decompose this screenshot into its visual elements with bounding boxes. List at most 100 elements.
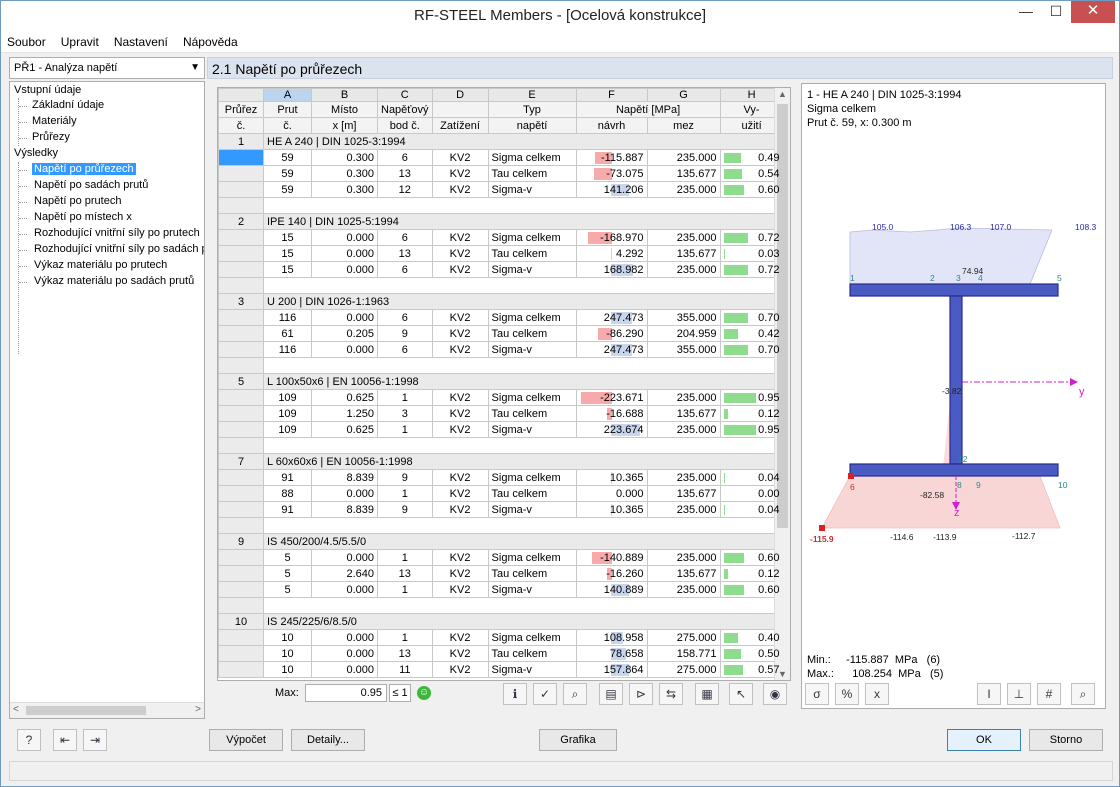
design-stress-cell[interactable]: 78.658 [575, 645, 648, 662]
loading-cell[interactable]: KV2 [431, 645, 489, 662]
ratio-cell[interactable]: 0.70 [719, 309, 784, 326]
x-cell[interactable]: 0.000 [311, 229, 378, 246]
limit-stress-cell[interactable]: 355.000 [646, 341, 721, 358]
design-stress-cell[interactable]: -223.671 [575, 389, 648, 406]
loading-cell[interactable]: KV2 [431, 341, 489, 358]
point-cell[interactable]: 6 [377, 229, 433, 246]
ratio-cell[interactable]: 0.60 [719, 549, 784, 566]
row-header[interactable] [218, 421, 264, 438]
x-cell[interactable]: 0.300 [311, 165, 378, 182]
ratio-cell[interactable]: 0.60 [719, 581, 784, 598]
excel-export-icon[interactable]: ▦ [695, 683, 719, 705]
row-header[interactable] [218, 661, 264, 678]
design-stress-cell[interactable]: 4.292 [575, 245, 648, 262]
row-header[interactable] [218, 565, 264, 582]
col-letter-b[interactable]: B [311, 88, 378, 102]
stress-type-cell[interactable]: Tau celkem [487, 165, 577, 182]
row-header[interactable] [218, 261, 264, 278]
loading-cell[interactable]: KV2 [431, 405, 489, 422]
stress-type-cell[interactable]: Tau celkem [487, 245, 577, 262]
tree-item-forces-by-set[interactable]: Rozhodující vnitřní síly po sadách p [34, 242, 204, 257]
tree-group-results[interactable]: Výsledky [14, 146, 58, 161]
point-cell[interactable]: 1 [377, 549, 433, 566]
tree-item-stress-by-member[interactable]: Napětí po prutech [34, 194, 121, 209]
loading-cell[interactable]: KV2 [431, 661, 489, 678]
stress-type-cell[interactable]: Sigma celkem [487, 469, 577, 486]
menu-napoveda[interactable]: Nápověda [177, 31, 244, 53]
member-cell[interactable]: 59 [263, 181, 312, 198]
x-cell[interactable]: 8.839 [311, 501, 378, 518]
design-stress-cell[interactable]: 140.889 [575, 581, 648, 598]
ratio-cell[interactable]: 0.72 [719, 229, 784, 246]
x-cell[interactable]: 0.000 [311, 341, 378, 358]
x-cell[interactable]: 8.839 [311, 469, 378, 486]
design-stress-cell[interactable]: 157.864 [575, 661, 648, 678]
stress-type-cell[interactable]: Sigma-v [487, 661, 577, 678]
point-cell[interactable]: 6 [377, 261, 433, 278]
section-number[interactable]: 7 [218, 453, 264, 470]
menu-soubor[interactable]: Soubor [1, 31, 52, 53]
x-cell[interactable]: 0.300 [311, 181, 378, 198]
ratio-cell[interactable]: 0.12 [719, 405, 784, 422]
tree-item-material-by-set[interactable]: Výkaz materiálu po sadách prutů [34, 274, 194, 289]
member-cell[interactable]: 5 [263, 581, 312, 598]
design-stress-cell[interactable]: -73.075 [575, 165, 648, 182]
x-cell[interactable]: 0.000 [311, 661, 378, 678]
ratio-cell[interactable]: 0.12 [719, 565, 784, 582]
loading-cell[interactable]: KV2 [431, 501, 489, 518]
loading-cell[interactable]: KV2 [431, 389, 489, 406]
design-stress-cell[interactable]: 223.674 [575, 421, 648, 438]
col-letter-a[interactable]: A [263, 88, 312, 102]
tree-item-stress-by-x[interactable]: Napětí po místech x [34, 210, 132, 225]
stress-type-cell[interactable]: Tau celkem [487, 565, 577, 582]
values-icon[interactable]: x [865, 683, 889, 705]
tree-hscrollbar[interactable]: < > [10, 702, 204, 718]
loading-cell[interactable]: KV2 [431, 181, 489, 198]
graphics-button[interactable]: Grafika [539, 729, 617, 751]
section-number[interactable]: 2 [218, 213, 264, 230]
ratio-cell[interactable]: 0.72 [719, 261, 784, 278]
ratio-cell[interactable]: 0.54 [719, 165, 784, 182]
loading-cell[interactable]: KV2 [431, 565, 489, 582]
member-cell[interactable]: 5 [263, 549, 312, 566]
member-cell[interactable]: 61 [263, 325, 312, 342]
stress-type-cell[interactable]: Sigma-v [487, 501, 577, 518]
ratio-cell[interactable]: 0.00 [719, 485, 784, 502]
loading-cell[interactable]: KV2 [431, 549, 489, 566]
select-in-model-icon[interactable]: ↖ [729, 683, 753, 705]
check-details-icon[interactable]: ✓ [533, 683, 557, 705]
x-cell[interactable]: 0.000 [311, 261, 378, 278]
design-stress-cell[interactable]: 108.958 [575, 629, 648, 646]
stress-type-cell[interactable]: Sigma-v [487, 261, 577, 278]
loading-cell[interactable]: KV2 [431, 149, 489, 166]
point-cell[interactable]: 13 [377, 645, 433, 662]
point-cell[interactable]: 13 [377, 165, 433, 182]
stress-type-cell[interactable]: Tau celkem [487, 405, 577, 422]
numbering-icon[interactable]: # [1037, 683, 1061, 705]
info-icon[interactable]: ℹ [503, 683, 527, 705]
row-header[interactable] [218, 645, 264, 662]
loading-cell[interactable]: KV2 [431, 469, 489, 486]
loading-cell[interactable]: KV2 [431, 485, 489, 502]
limit-stress-cell[interactable]: 275.000 [646, 661, 721, 678]
limit-stress-cell[interactable]: 235.000 [646, 549, 721, 566]
ratio-cell[interactable]: 0.04 [719, 469, 784, 486]
row-header[interactable] [218, 165, 264, 182]
ratio-cell[interactable]: 0.49 [719, 149, 784, 166]
tree-item-sections[interactable]: Průřezy [32, 130, 70, 145]
row-header[interactable] [218, 469, 264, 486]
scroll-up-icon[interactable]: ▲ [778, 89, 787, 99]
x-cell[interactable]: 0.000 [311, 581, 378, 598]
stress-type-cell[interactable]: Sigma-v [487, 581, 577, 598]
row-header[interactable] [218, 549, 264, 566]
limit-stress-cell[interactable]: 235.000 [646, 389, 721, 406]
loading-cell[interactable]: KV2 [431, 581, 489, 598]
percent-icon[interactable]: % [835, 683, 859, 705]
details-button[interactable]: Detaily... [291, 729, 365, 751]
design-stress-cell[interactable]: 247.473 [575, 309, 648, 326]
row-header[interactable] [218, 485, 264, 502]
tree-item-stress-by-set[interactable]: Napětí po sadách prutů [34, 178, 148, 193]
stress-type-cell[interactable]: Sigma celkem [487, 629, 577, 646]
limit-stress-cell[interactable]: 235.000 [646, 469, 721, 486]
row-header[interactable] [218, 405, 264, 422]
